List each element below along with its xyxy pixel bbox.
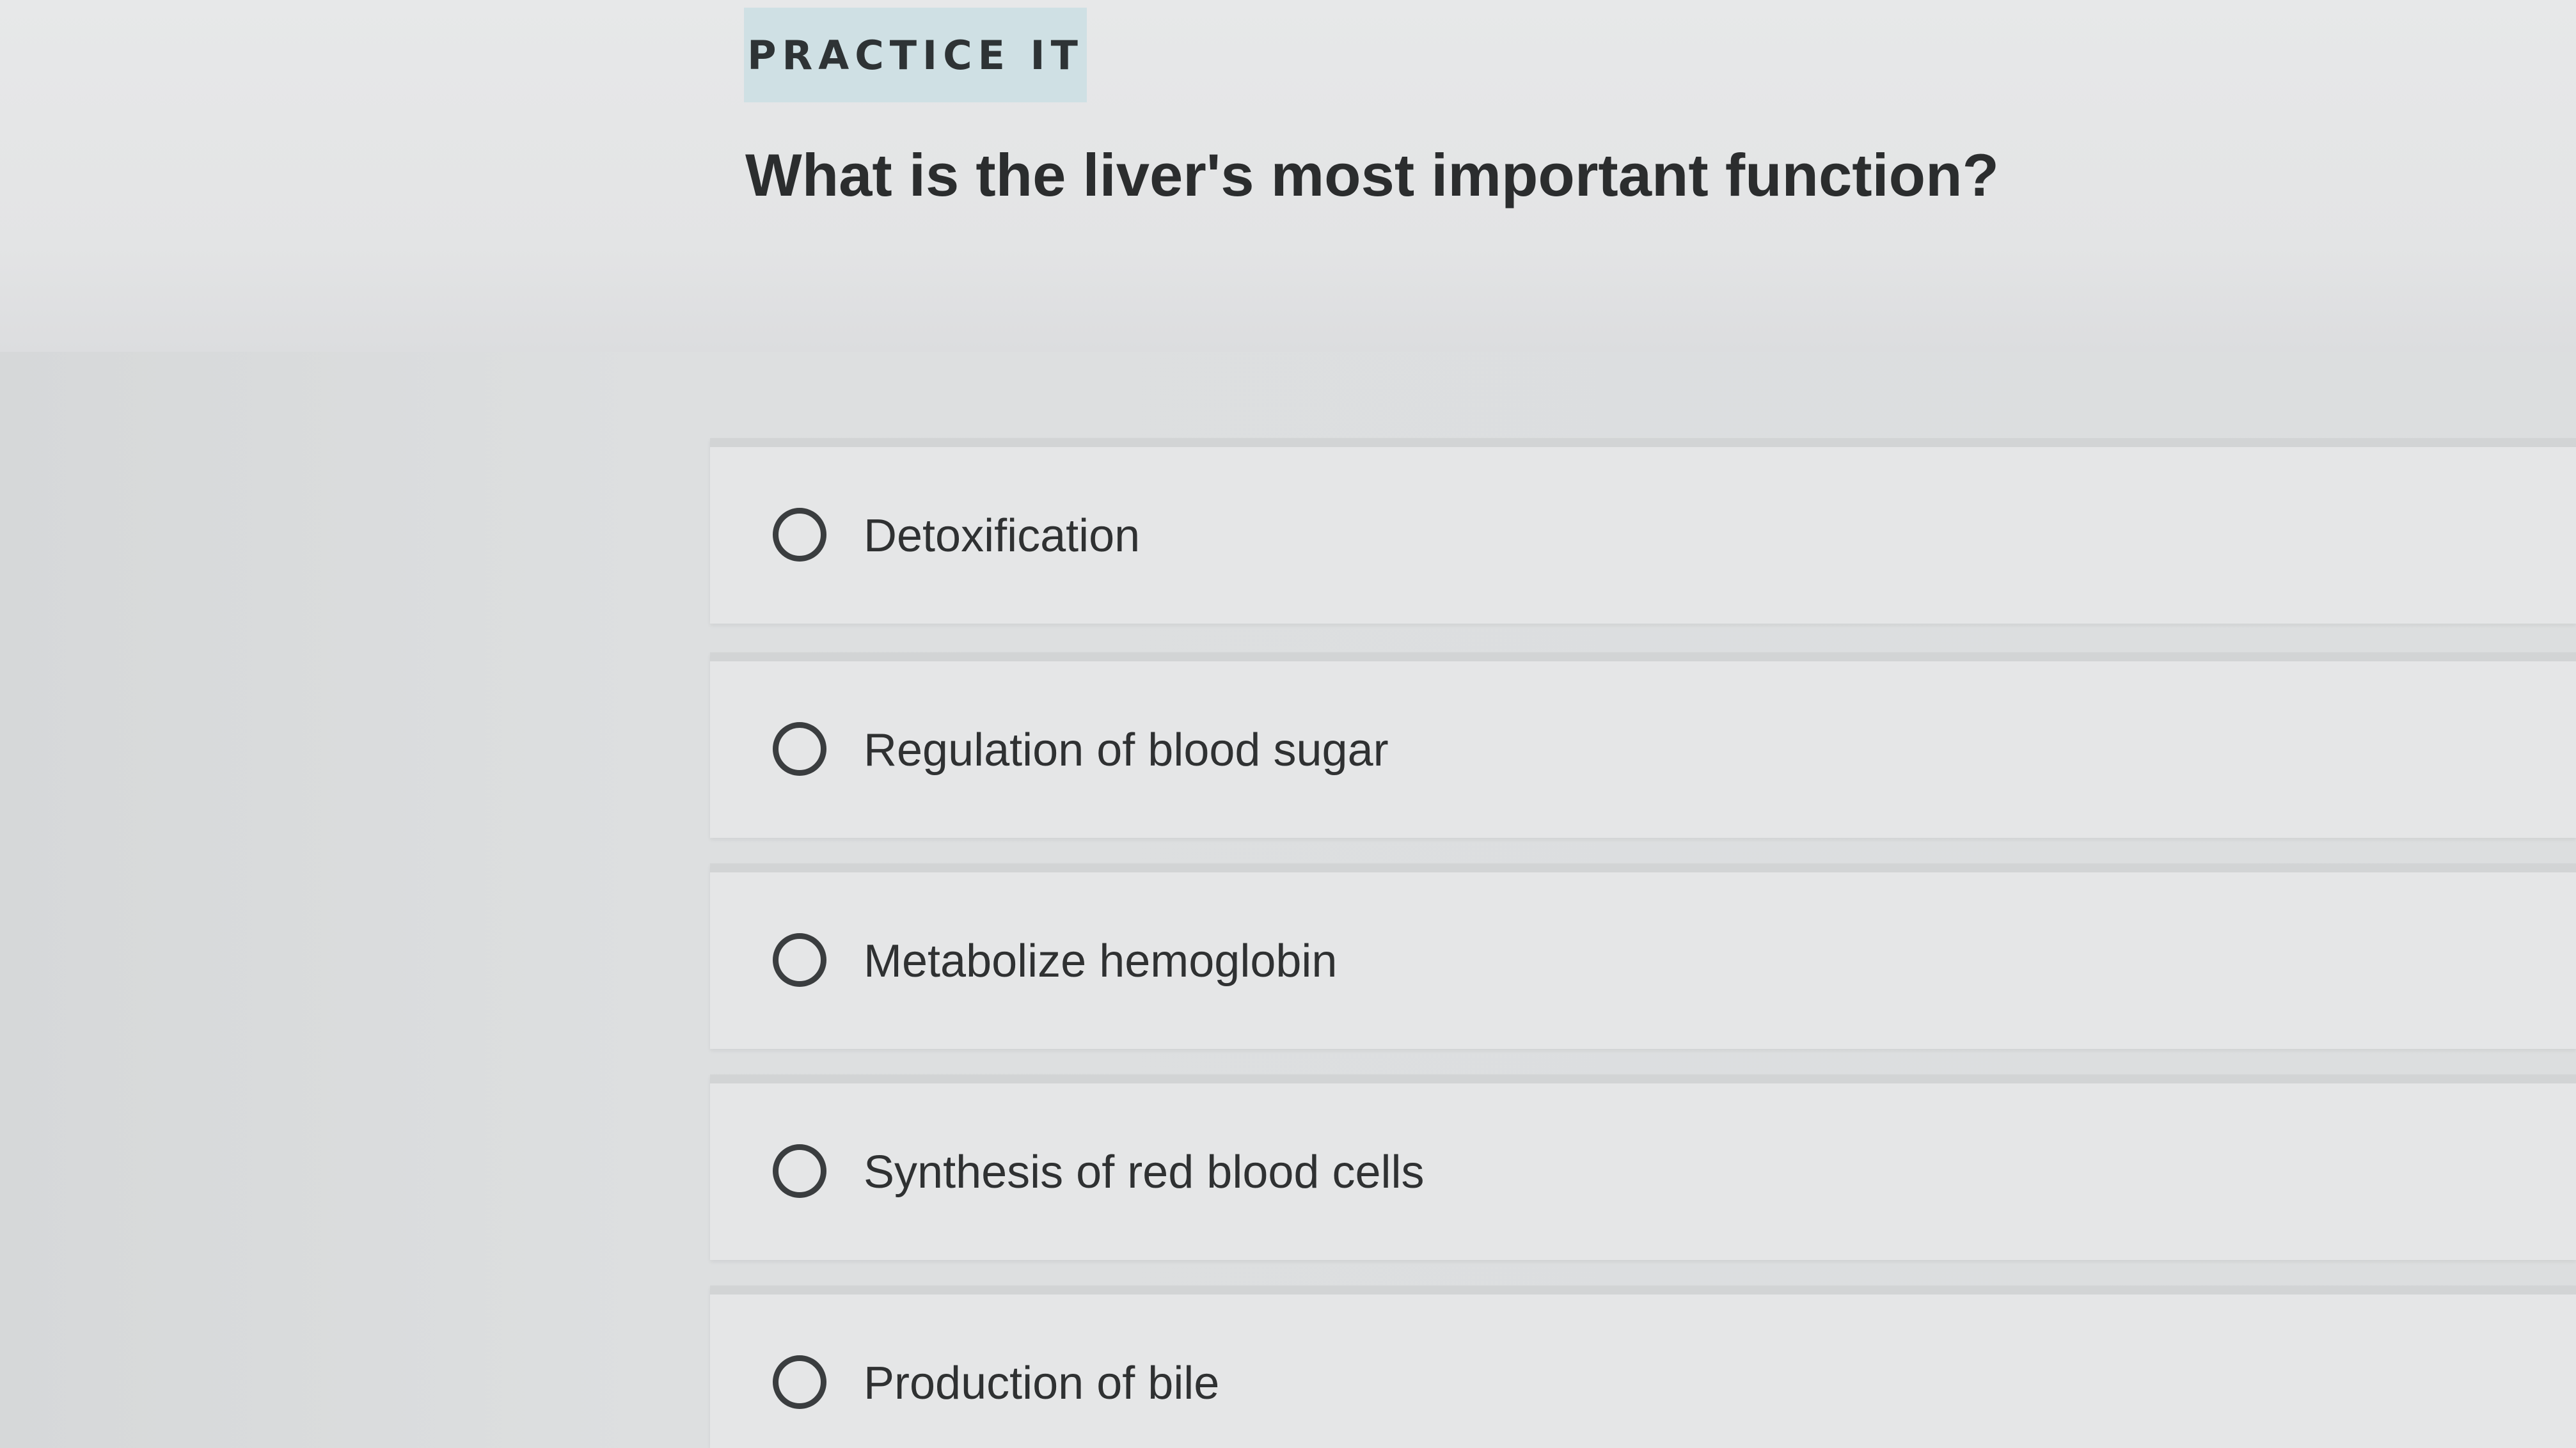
radio-button-icon[interactable] (773, 1355, 826, 1409)
answer-option[interactable]: Synthesis of red blood cells (710, 1074, 2576, 1260)
radio-button-icon[interactable] (773, 722, 826, 776)
radio-button-icon[interactable] (773, 508, 826, 562)
answer-option[interactable]: Detoxification (710, 438, 2576, 624)
answer-option-label: Synthesis of red blood cells (864, 1147, 1425, 1198)
answer-option[interactable]: Metabolize hemoglobin (710, 863, 2576, 1049)
answer-option[interactable]: Regulation of blood sugar (710, 652, 2576, 838)
radio-button-icon[interactable] (773, 933, 826, 987)
answer-option-label: Regulation of blood sugar (864, 725, 1389, 776)
answer-option-label: Production of bile (864, 1358, 1220, 1409)
answer-option-label: Metabolize hemoglobin (864, 936, 1338, 987)
answer-option[interactable]: Production of bile (710, 1286, 2576, 1448)
answer-option-label: Detoxification (864, 510, 1141, 562)
radio-button-icon[interactable] (773, 1144, 826, 1198)
answer-choices: Detoxification Regulation of blood sugar… (0, 0, 2576, 1448)
